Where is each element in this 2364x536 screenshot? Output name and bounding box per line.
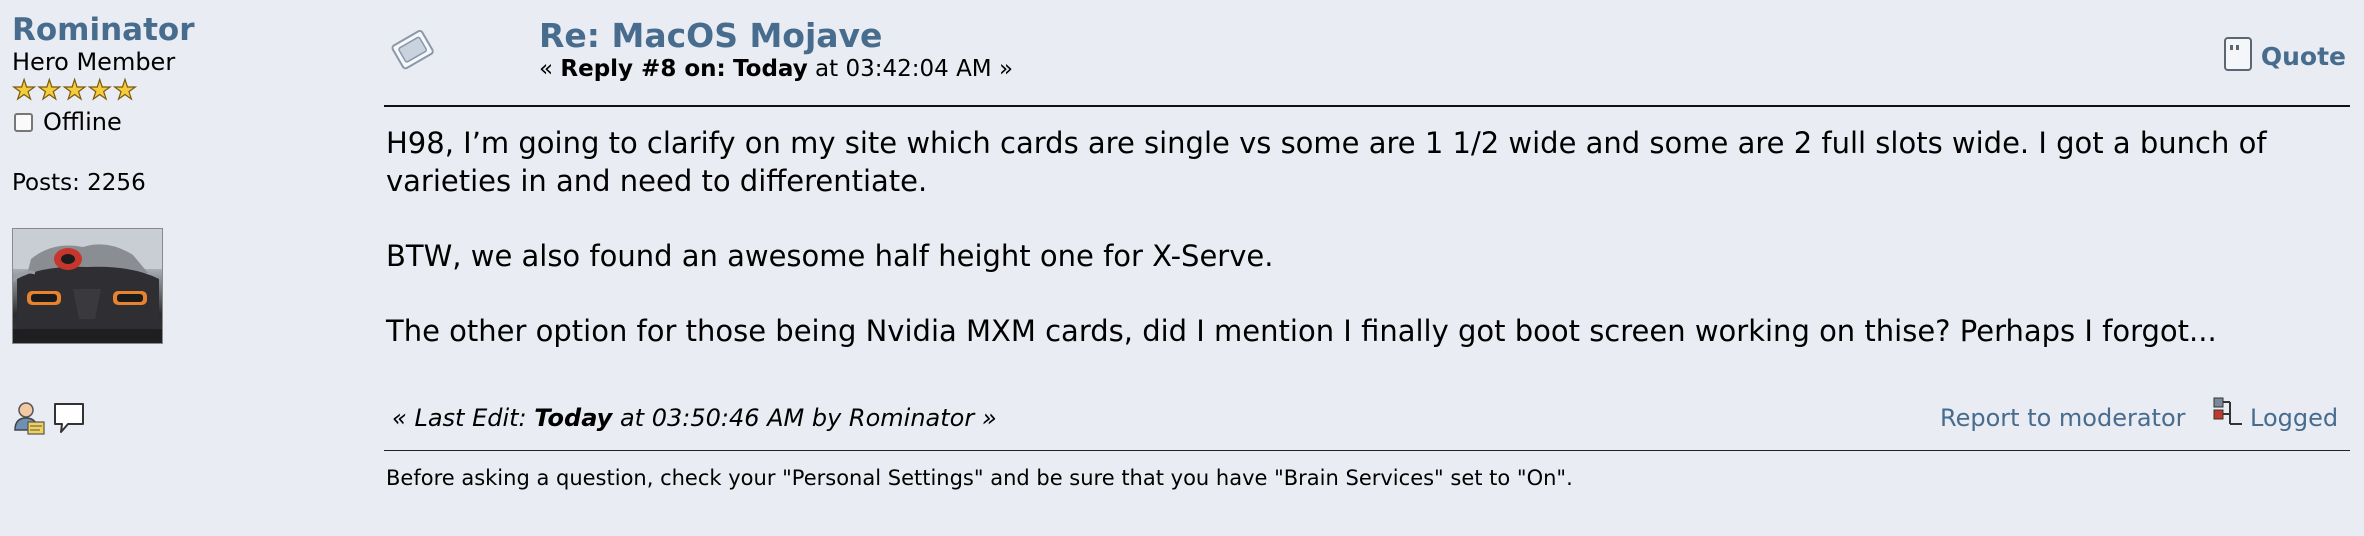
post-paragraph: H98, I’m going to clarify on my site whi… <box>386 126 2267 198</box>
personal-message-icon[interactable] <box>52 400 86 440</box>
edit-day: Today <box>534 404 613 432</box>
quote-icon <box>2223 36 2253 76</box>
last-edit-info: « Last Edit: Today at 03:50:46 AM by Rom… <box>392 404 997 432</box>
report-to-moderator-link[interactable]: Report to moderator <box>1940 404 2186 432</box>
rank-stars: ★ ★ ★ ★ ★ <box>11 75 138 106</box>
avatar <box>12 228 163 344</box>
quote-label: Quote <box>2260 41 2346 71</box>
star-icon: ★ <box>11 75 37 106</box>
post-count: Posts: 2256 <box>12 170 146 196</box>
logged-indicator: Logged <box>2212 396 2338 434</box>
ip-logged-icon <box>2212 396 2246 434</box>
post-subject-link[interactable]: Re: MacOS Mojave <box>539 16 882 55</box>
signature: Before asking a question, check your "Pe… <box>386 466 1573 490</box>
header-divider <box>384 105 2350 107</box>
post-xx-icon <box>388 26 440 78</box>
online-status-label: Offline <box>43 108 122 136</box>
quote-button[interactable]: Quote <box>2223 36 2346 76</box>
star-icon: ★ <box>87 75 112 106</box>
reply-number: Reply #8 on: <box>560 56 726 82</box>
edit-prefix: « Last Edit: <box>392 404 535 432</box>
profile-icon[interactable] <box>12 400 46 440</box>
post-body: H98, I’m going to clarify on my site whi… <box>386 124 2346 350</box>
poster-rank: Hero Member <box>12 48 176 76</box>
poster-name-link[interactable]: Rominator <box>12 12 195 48</box>
reply-time: at 03:42:04 AM » <box>807 56 1014 82</box>
post-paragraph: The other option for those being Nvidia … <box>386 314 2217 348</box>
post-meta: « Reply #8 on: Today at 03:42:04 AM » <box>539 56 1013 82</box>
star-icon: ★ <box>37 75 62 106</box>
post-paragraph: BTW, we also found an awesome half heigh… <box>386 239 1274 273</box>
signature-divider <box>384 450 2350 451</box>
reply-prefix: « <box>539 56 561 82</box>
edit-suffix: at 03:50:46 AM by Rominator » <box>612 404 997 432</box>
logged-label: Logged <box>2250 404 2339 432</box>
star-icon: ★ <box>112 75 138 106</box>
reply-day: Today <box>733 56 808 82</box>
online-status: Offline <box>14 108 122 136</box>
profile-actions <box>12 400 86 440</box>
star-icon: ★ <box>62 75 87 106</box>
offline-status-icon <box>14 112 33 132</box>
